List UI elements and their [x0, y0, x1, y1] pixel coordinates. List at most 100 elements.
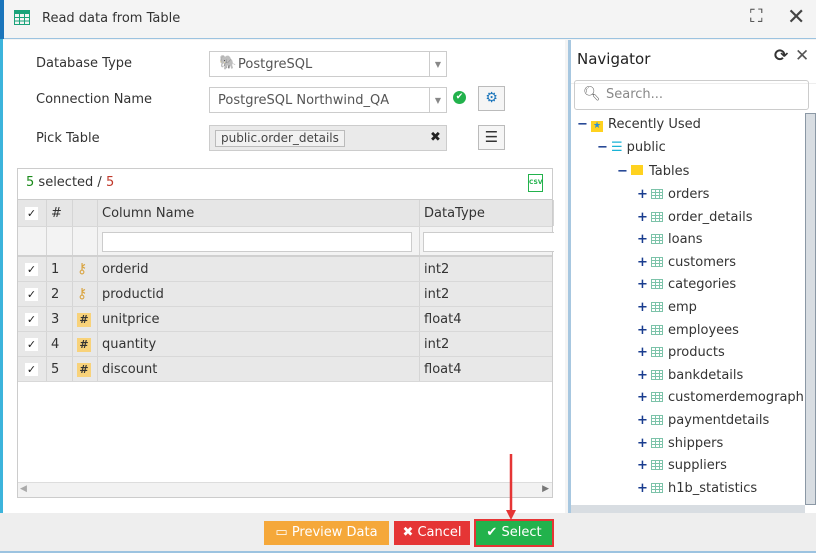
navigator-title: Navigator: [577, 50, 651, 68]
table-icon: [651, 324, 663, 335]
connection-name-select[interactable]: PostgreSQL Northwind_QA ▼: [209, 87, 447, 113]
expand-icon[interactable]: +: [637, 208, 651, 228]
table-menu-button[interactable]: ☰: [478, 125, 505, 150]
header-datatype[interactable]: DataType: [420, 200, 554, 226]
expand-icon[interactable]: +: [637, 456, 651, 476]
expand-icon[interactable]: +: [637, 275, 651, 295]
table-icon: [651, 482, 663, 493]
column-name-filter[interactable]: [102, 232, 412, 252]
expand-icon[interactable]: +: [637, 479, 651, 499]
window-title: Read data from Table: [42, 11, 181, 26]
table-row[interactable]: ✓ 5 # discount float4: [18, 357, 552, 382]
tree-table-item[interactable]: + suppliers: [637, 456, 727, 476]
tree-recently-used[interactable]: − ★ Recently Used: [577, 115, 701, 135]
expand-icon[interactable]: +: [637, 343, 651, 363]
row-number: 3: [47, 307, 73, 331]
expand-icon[interactable]: +: [637, 434, 651, 454]
pick-table-field[interactable]: public.order_details ✖: [209, 125, 447, 151]
tree-table-item[interactable]: + employees: [637, 321, 739, 341]
number-type-icon: #: [77, 363, 91, 377]
expand-icon[interactable]: +: [637, 253, 651, 273]
gear-icon: ⚙: [485, 90, 498, 106]
selection-summary: 5 selected / 5: [26, 175, 114, 190]
scroll-right-icon[interactable]: ▶: [542, 484, 549, 494]
column-name: quantity: [98, 332, 420, 356]
row-number: 2: [47, 282, 73, 306]
search-icon: 🔍︎: [583, 86, 601, 102]
table-row[interactable]: ✓ 3 # unitprice float4: [18, 307, 552, 332]
navigator-search[interactable]: 🔍︎ Search...: [574, 80, 809, 110]
tree-table-item[interactable]: + shippers: [637, 434, 723, 454]
expand-icon[interactable]: +: [637, 298, 651, 318]
refresh-icon[interactable]: ⟳: [774, 46, 788, 66]
cancel-button[interactable]: ✖ Cancel: [394, 521, 470, 545]
datatype-filter[interactable]: [423, 232, 554, 252]
tree-table-item[interactable]: + products: [637, 343, 725, 363]
close-navigator-icon[interactable]: ✕: [795, 46, 809, 66]
connection-settings-button[interactable]: ⚙: [478, 86, 505, 111]
connection-ok-icon: ✔: [453, 91, 466, 104]
tree-schema-public[interactable]: − ☰ public: [597, 138, 666, 158]
header-num: #: [47, 200, 73, 226]
tree-tables-folder[interactable]: − Tables: [617, 162, 689, 182]
expand-icon[interactable]: +: [637, 185, 651, 205]
expand-icon[interactable]: +: [637, 388, 651, 408]
scroll-left-icon[interactable]: ◀: [20, 484, 27, 494]
table-row[interactable]: ✓ 1 ⚷ orderid int2: [18, 257, 552, 282]
expand-icon[interactable]: +: [637, 230, 651, 250]
table-row[interactable]: ✓ 2 ⚷ productid int2: [18, 282, 552, 307]
select-button[interactable]: ✔ Select: [474, 519, 554, 547]
column-datatype: int2: [424, 337, 450, 352]
maximize-button[interactable]: ⛶: [750, 6, 763, 27]
collapse-icon[interactable]: −: [617, 162, 631, 182]
table-row[interactable]: ✓ 4 # quantity int2: [18, 332, 552, 357]
close-button[interactable]: ✕: [787, 5, 805, 30]
tree-table-item[interactable]: + paymentdetails: [637, 411, 769, 431]
tree-table-item[interactable]: + orders: [637, 185, 709, 205]
tree-table-item[interactable]: + categories: [637, 275, 736, 295]
row-number: 1: [47, 257, 73, 281]
monitor-icon: ▭: [275, 525, 292, 540]
table-icon: [651, 279, 663, 290]
clear-icon[interactable]: ✖: [430, 130, 441, 145]
preview-data-button[interactable]: ▭ Preview Data: [264, 521, 389, 545]
table-icon: [651, 460, 663, 471]
tree-label: employees: [668, 322, 739, 338]
row-checkbox[interactable]: ✓: [18, 282, 47, 306]
collapse-icon[interactable]: −: [597, 138, 611, 158]
row-checkbox[interactable]: ✓: [18, 332, 47, 356]
collapse-icon[interactable]: −: [577, 115, 591, 135]
expand-icon[interactable]: +: [637, 321, 651, 341]
grid-header-row: ✓ # Column Name DataType: [18, 199, 554, 227]
filter-row: [18, 227, 554, 257]
star-folder-icon: ★: [591, 121, 603, 132]
table-icon: [14, 10, 30, 25]
row-checkbox[interactable]: ✓: [18, 357, 47, 381]
database-type-select[interactable]: 🐘 PostgreSQL ▼: [209, 51, 447, 77]
database-type-value: PostgreSQL: [238, 57, 313, 72]
x-icon: ✖: [402, 525, 418, 540]
button-label: Cancel: [417, 525, 462, 540]
tree-table-item[interactable]: + bankdetails: [637, 366, 743, 386]
select-all-checkbox[interactable]: ✓: [18, 200, 47, 226]
tree-label: customerdemographi: [668, 390, 808, 406]
header-column-name[interactable]: Column Name: [98, 200, 420, 226]
tree-table-item[interactable]: + order_details: [637, 208, 752, 228]
horizontal-scrollbar[interactable]: ◀ ▶: [18, 482, 552, 497]
tree-table-item[interactable]: + h1b_statistics: [637, 479, 757, 499]
tree-label: order_details: [668, 209, 753, 225]
expand-icon[interactable]: +: [637, 411, 651, 431]
row-checkbox[interactable]: ✓: [18, 257, 47, 281]
tree-label: shippers: [668, 435, 724, 451]
row-checkbox[interactable]: ✓: [18, 307, 47, 331]
tree-table-item[interactable]: + customerdemographi: [637, 388, 808, 408]
navigator-scrollbar[interactable]: [805, 113, 816, 505]
expand-icon[interactable]: +: [637, 366, 651, 386]
tree-table-item[interactable]: + emp: [637, 298, 697, 318]
export-csv-icon[interactable]: CSV: [528, 174, 543, 192]
connection-name-value: PostgreSQL Northwind_QA: [218, 93, 390, 108]
tree-label: loans: [668, 232, 703, 248]
tree-table-item[interactable]: + customers: [637, 253, 736, 273]
tree-table-item[interactable]: + loans: [637, 230, 703, 250]
table-icon: [651, 369, 663, 380]
